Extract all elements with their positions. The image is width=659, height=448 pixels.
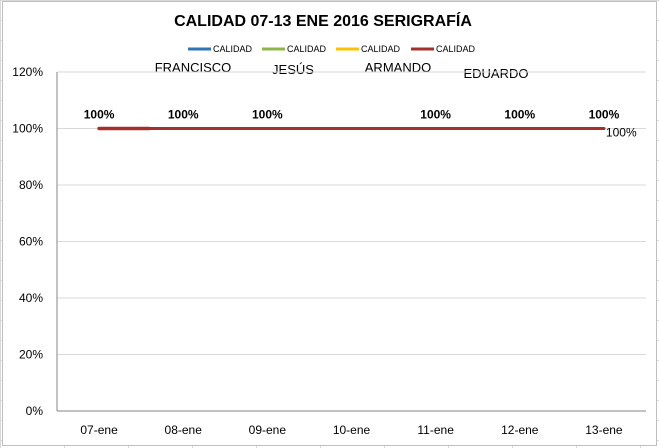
gridlines [57, 71, 646, 412]
x-axis: 07-ene 08-ene 09-ene 10-ene 11-ene 12-ene 13-e… [80, 423, 623, 437]
data-label: 100% [84, 108, 115, 122]
data-labels: 100% 100% 100% 100% 100% 100% 100% [84, 108, 637, 140]
data-label: 100% [168, 108, 199, 122]
legend[interactable]: CALIDAD CALIDAD CALIDAD CALIDAD [188, 44, 476, 54]
y-tick-label: 60% [19, 235, 43, 249]
y-tick-label: 0% [26, 404, 44, 418]
series-name-label: ARMANDO [365, 60, 431, 75]
x-tick-label: 09-ene [249, 423, 287, 437]
legend-label: CALIDAD [436, 44, 476, 54]
series-name-label: JESÚS [272, 62, 314, 77]
x-tick-label: 12-ene [501, 423, 539, 437]
series-name-label: EDUARDO [463, 66, 528, 81]
data-label: 100% [504, 108, 535, 122]
legend-label: CALIDAD [287, 44, 327, 54]
x-tick-label: 11-ene [417, 423, 454, 437]
y-tick-label: 20% [19, 348, 43, 362]
x-tick-label: 10-ene [333, 423, 371, 437]
series-name-labels: FRANCISCO JESÚS ARMANDO EDUARDO [142, 58, 544, 82]
y-tick-label: 100% [12, 122, 43, 136]
legend-label: CALIDAD [361, 44, 401, 54]
x-tick-label: 13-ene [585, 423, 623, 437]
x-tick-label: 08-ene [165, 423, 203, 437]
data-label: 100% [589, 108, 620, 122]
data-label: 100% [252, 108, 283, 122]
y-tick-label: 80% [19, 178, 43, 192]
x-tick-label: 07-ene [80, 423, 118, 437]
y-tick-label: 40% [19, 291, 43, 305]
data-label-secondary: 100% [606, 126, 637, 140]
chart-title: CALIDAD 07-13 ENE 2016 SERIGRAFÍA [174, 11, 472, 30]
series-name-label: FRANCISCO [155, 60, 232, 75]
data-label: 100% [420, 108, 451, 122]
quality-line-chart: CALIDAD 07-13 ENE 2016 SERIGRAFÍA CALIDA… [12, 11, 646, 437]
y-tick-label: 120% [12, 65, 43, 79]
legend-label: CALIDAD [213, 44, 253, 54]
